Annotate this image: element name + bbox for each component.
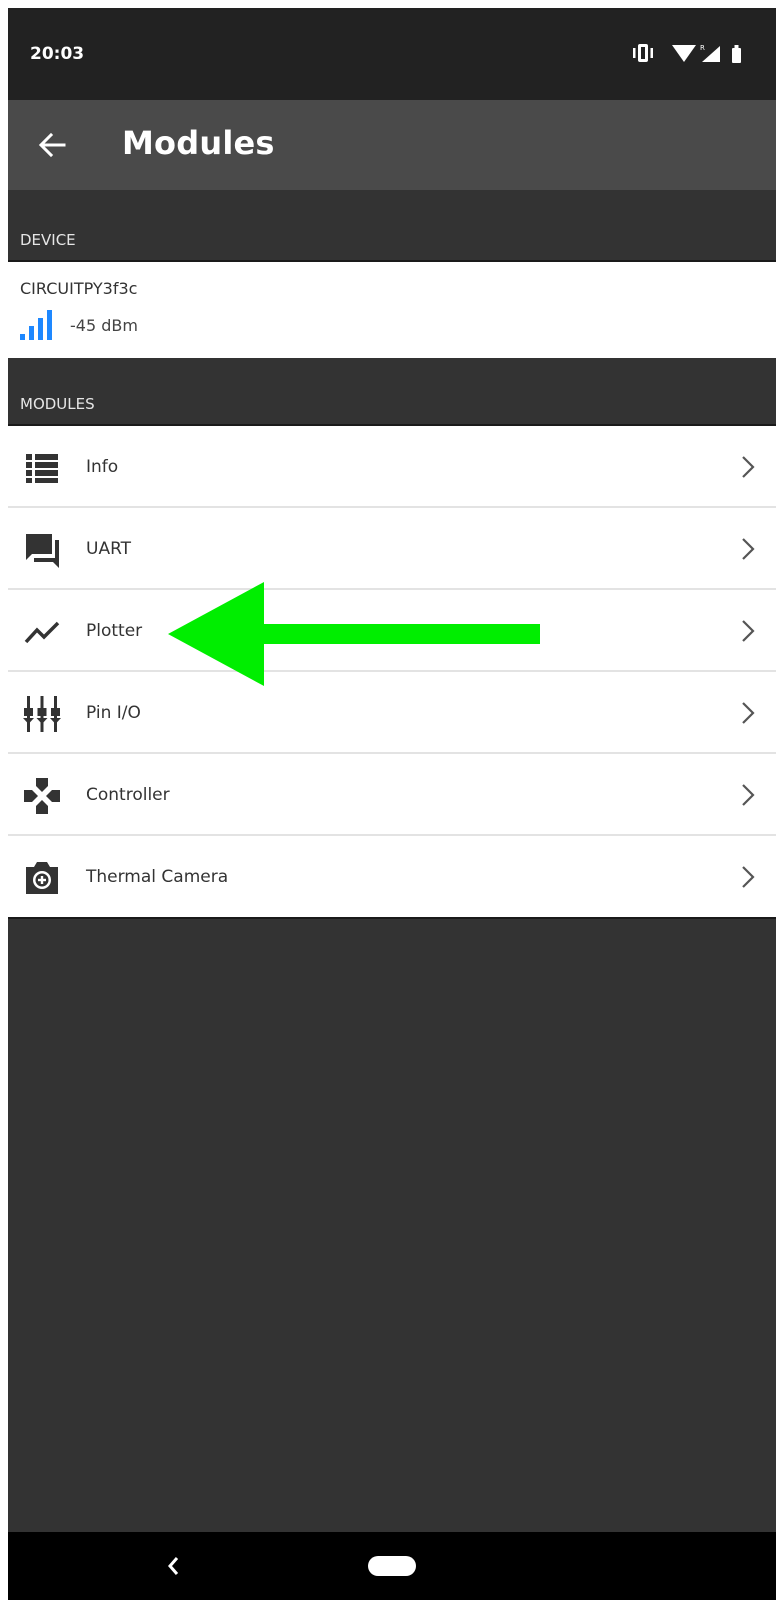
chevron-right-icon <box>742 866 755 888</box>
phone-screen: 20:03 R Modules DEVICE CIRCUITPY3f3c -45… <box>8 8 776 1600</box>
module-label-plotter: Plotter <box>86 621 143 641</box>
module-item-thermal-camera[interactable]: Thermal Camera <box>8 836 776 919</box>
gamepad-icon <box>24 778 60 814</box>
status-bar: 20:03 R <box>8 8 776 100</box>
device-section-label: DEVICE <box>20 231 76 249</box>
module-label-pin-io: Pin I/O <box>86 703 141 723</box>
page-title: Modules <box>122 124 275 162</box>
chevron-right-icon <box>742 538 755 560</box>
modules-section-header: MODULES <box>8 358 776 426</box>
device-card[interactable]: CIRCUITPY3f3c -45 dBm <box>8 262 776 358</box>
back-arrow-icon[interactable] <box>34 127 70 163</box>
chevron-right-icon <box>742 702 755 724</box>
device-section-header: DEVICE <box>8 190 776 262</box>
wifi-icon <box>672 45 696 62</box>
chat-icon <box>26 534 59 568</box>
line-chart-icon <box>24 621 60 644</box>
annotation-arrow <box>168 582 540 686</box>
cellular-roaming-icon: R <box>700 44 720 62</box>
module-item-controller[interactable]: Controller <box>8 754 776 836</box>
modules-section-label: MODULES <box>20 395 95 413</box>
status-time: 20:03 <box>30 44 85 64</box>
navigation-bar <box>8 1532 776 1600</box>
camera-icon <box>26 862 58 894</box>
vibrate-icon <box>633 44 653 62</box>
list-icon <box>26 454 58 483</box>
app-bar: Modules <box>8 100 776 190</box>
battery-icon <box>732 45 741 63</box>
signal-strength-value: -45 dBm <box>70 316 138 335</box>
device-name: CIRCUITPY3f3c <box>20 279 138 298</box>
nav-home-button[interactable] <box>368 1556 416 1576</box>
status-icons: R <box>633 44 741 63</box>
chevron-right-icon <box>742 784 755 806</box>
nav-back-icon[interactable] <box>162 1552 186 1580</box>
module-label-info: Info <box>86 457 119 477</box>
chevron-right-icon <box>742 620 755 642</box>
module-label-thermal-camera: Thermal Camera <box>86 867 229 887</box>
pins-icon <box>23 696 61 732</box>
module-label-uart: UART <box>86 539 132 559</box>
svg-text:R: R <box>700 44 705 52</box>
signal-strength-icon <box>20 310 52 340</box>
module-label-controller: Controller <box>86 785 170 805</box>
module-item-info[interactable]: Info <box>8 426 776 508</box>
module-item-uart[interactable]: UART <box>8 508 776 590</box>
chevron-right-icon <box>742 456 755 478</box>
